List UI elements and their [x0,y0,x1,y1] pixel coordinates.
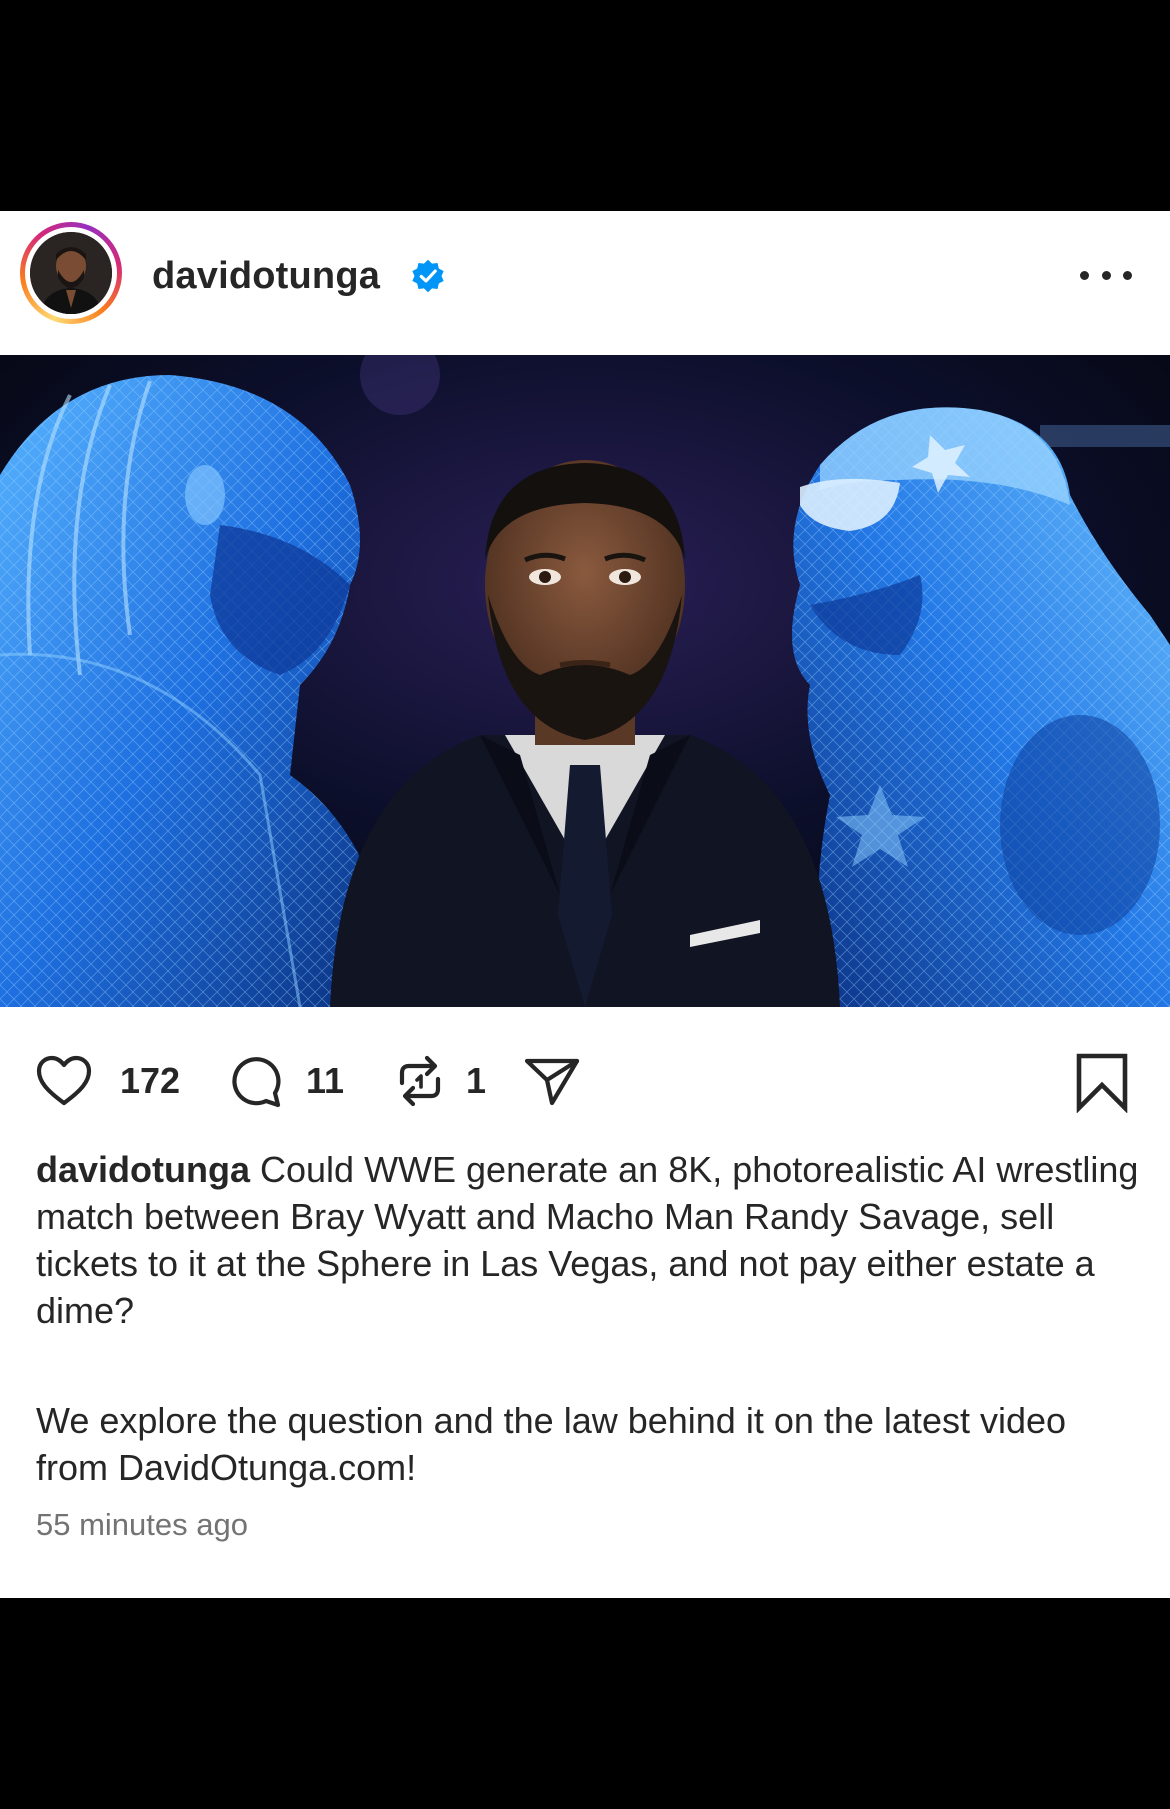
post-image[interactable] [0,355,1170,1007]
post-username[interactable]: davidotunga [152,255,380,298]
caption: davidotunga Could WWE generate an 8K, ph… [36,1146,1146,1334]
comments-count[interactable]: 11 [306,1060,344,1102]
avatar-border [25,227,117,319]
letterbox-bottom [0,1598,1170,1809]
story-ring[interactable] [20,222,122,324]
caption-paragraph-2: We explore the question and the law behi… [36,1400,1067,1488]
post-header: davidotunga [0,211,1170,355]
comment-icon[interactable] [228,1053,284,1109]
heart-icon[interactable] [36,1055,92,1107]
post-card: davidotunga 172 11 1 davidotunga Could W… [0,211,1170,1598]
avatar[interactable] [30,232,112,314]
action-bar: 172 11 1 [0,1041,1170,1121]
caption-username[interactable]: davidotunga [36,1149,250,1190]
more-options-button[interactable] [1080,260,1132,290]
bookmark-icon[interactable] [1074,1051,1130,1113]
verified-badge-icon [412,259,444,293]
share-icon[interactable] [522,1053,582,1109]
repost-icon[interactable] [392,1053,448,1109]
post-timestamp[interactable]: 55 minutes ago [36,1507,248,1543]
letterbox-top [0,0,1170,211]
more-dots-icon [1080,270,1089,280]
reposts-count[interactable]: 1 [466,1060,486,1102]
likes-count[interactable]: 172 [120,1060,180,1102]
